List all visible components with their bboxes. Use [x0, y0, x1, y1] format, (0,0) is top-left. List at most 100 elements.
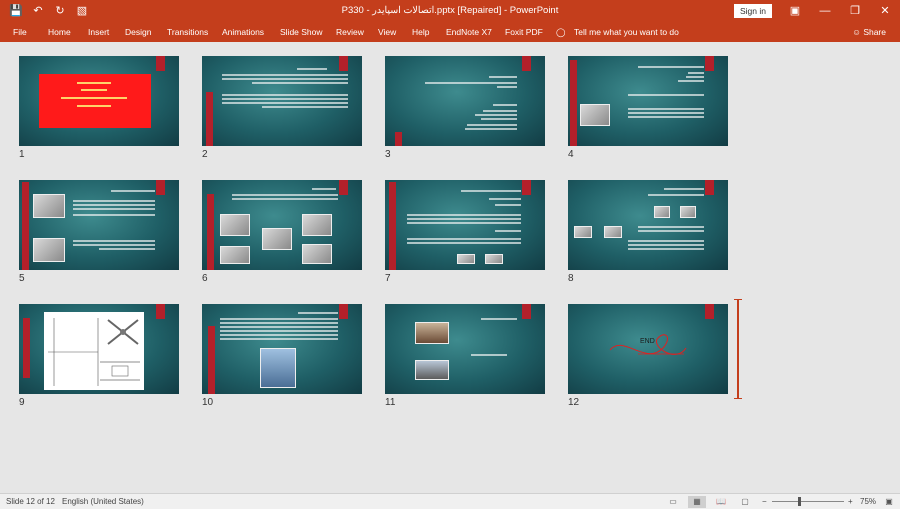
slide-thumbnail-3[interactable] [385, 56, 545, 146]
slide-thumbnail-4[interactable] [568, 56, 728, 146]
slide-thumbnail-10[interactable] [202, 304, 362, 394]
tab-slide-show[interactable]: Slide Show [280, 27, 323, 37]
slide-accent [522, 180, 531, 195]
slide-thumbnail-8[interactable] [568, 180, 728, 270]
tell-me-box[interactable]: Tell me what you want to do [574, 27, 679, 37]
share-button[interactable]: ☺ Share [852, 27, 886, 37]
tab-animations[interactable]: Animations [222, 27, 264, 37]
slide-bar [22, 182, 29, 270]
slide-thumbnail-6[interactable] [202, 180, 362, 270]
slide-accent [156, 304, 165, 319]
slide-thumbnail-1[interactable] [19, 56, 179, 146]
slide-image [654, 206, 670, 218]
ribbon-display-icon[interactable]: ▣ [780, 0, 810, 22]
slide-bar [395, 132, 402, 146]
slide-accent [156, 56, 165, 71]
normal-view-icon[interactable]: ▭ [664, 496, 682, 508]
slide-thumbnail-11[interactable] [385, 304, 545, 394]
slide-accent [705, 56, 714, 71]
slide-image [580, 104, 610, 126]
slide-image [680, 206, 696, 218]
zoom-slider[interactable] [772, 501, 844, 502]
slide-image [260, 348, 296, 388]
slide-sorter-view-icon[interactable]: ▦ [688, 496, 706, 508]
slide-image [485, 254, 503, 264]
minimize-icon[interactable]: — [810, 0, 840, 22]
language-indicator[interactable]: English (United States) [62, 497, 144, 506]
slide-image [574, 226, 592, 238]
slide-number: 1 [19, 149, 25, 160]
slide-thumbnail-9[interactable] [19, 304, 179, 394]
slide-bar [207, 194, 214, 270]
slide-image [302, 244, 332, 264]
zoom-in-button[interactable]: + [848, 497, 853, 506]
tab-foxit-pdf[interactable]: Foxit PDF [505, 27, 543, 37]
slide-number: 12 [568, 397, 580, 408]
slide-image [415, 360, 449, 380]
slide-image [220, 246, 250, 264]
end-label: END [640, 338, 655, 345]
slide-image [415, 322, 449, 344]
diagram-image [44, 312, 144, 390]
slide-number: 6 [202, 273, 208, 284]
tab-design[interactable]: Design [125, 27, 151, 37]
slide-bar [389, 182, 396, 270]
title-box [39, 74, 151, 128]
tab-view[interactable]: View [378, 27, 396, 37]
slide-number: 11 [385, 397, 396, 408]
slide-image [33, 194, 65, 218]
close-icon[interactable]: ✕ [870, 0, 900, 22]
window-controls: ▣ — ❐ ✕ [780, 0, 900, 22]
slide-thumbnail-5[interactable] [19, 180, 179, 270]
title-bar: 💾 ↶ ↻ ▧ P330 - اتصالات اسپایدر.pptx [Rep… [0, 0, 900, 22]
slide-number: 5 [19, 273, 25, 284]
slide-bar [23, 318, 30, 378]
slide-accent [522, 56, 531, 71]
slide-thumbnail-2[interactable] [202, 56, 362, 146]
tab-endnote[interactable]: EndNote X7 [446, 27, 492, 37]
slide-accent [339, 56, 348, 71]
slide-image [457, 254, 475, 264]
slide-bar [206, 92, 213, 146]
spider-fitting-drawing [48, 318, 140, 386]
zoom-slider-thumb[interactable] [798, 497, 801, 506]
slide-accent [705, 180, 714, 195]
tab-help[interactable]: Help [412, 27, 429, 37]
slide-number: 10 [202, 397, 214, 408]
end-drawing [609, 334, 687, 355]
slide-image [262, 228, 292, 250]
slide-number: 2 [202, 149, 208, 160]
tab-insert[interactable]: Insert [88, 27, 109, 37]
slide-thumbnail-7[interactable] [385, 180, 545, 270]
slide-number: 4 [568, 149, 574, 160]
insertion-cursor [734, 299, 742, 399]
slide-image [604, 226, 622, 238]
slide-thumbnail-12[interactable]: END [568, 304, 728, 394]
zoom-level[interactable]: 75% [860, 497, 876, 506]
sign-in-button[interactable]: Sign in [734, 4, 772, 18]
slide-sorter[interactable]: 1 2 3 4 5 6 7 8 9 10 11 END 12 [0, 42, 900, 493]
reading-view-icon[interactable]: 📖 [712, 496, 730, 508]
ribbon-tabs: File Home Insert Design Transitions Anim… [0, 22, 900, 42]
zoom-out-button[interactable]: − [762, 497, 767, 506]
slide-accent [156, 180, 165, 195]
slide-accent [339, 304, 348, 319]
slideshow-view-icon[interactable]: ▢ [736, 496, 754, 508]
fit-to-window-icon[interactable]: ▣ [880, 496, 898, 508]
slide-number: 8 [568, 273, 574, 284]
tab-file[interactable]: File [13, 27, 27, 37]
slide-accent [522, 304, 531, 319]
tab-review[interactable]: Review [336, 27, 364, 37]
tab-transitions[interactable]: Transitions [167, 27, 208, 37]
slide-info: Slide 12 of 12 [6, 497, 55, 506]
slide-number: 7 [385, 273, 391, 284]
slide-image [33, 238, 65, 262]
slide-number: 3 [385, 149, 391, 160]
status-bar: Slide 12 of 12 English (United States) ▭… [0, 493, 900, 509]
lightbulb-icon: ◯ [556, 27, 566, 37]
tab-home[interactable]: Home [48, 27, 71, 37]
slide-accent [339, 180, 348, 195]
person-icon: ☺ [852, 27, 864, 37]
slide-number: 9 [19, 397, 25, 408]
restore-icon[interactable]: ❐ [840, 0, 870, 22]
